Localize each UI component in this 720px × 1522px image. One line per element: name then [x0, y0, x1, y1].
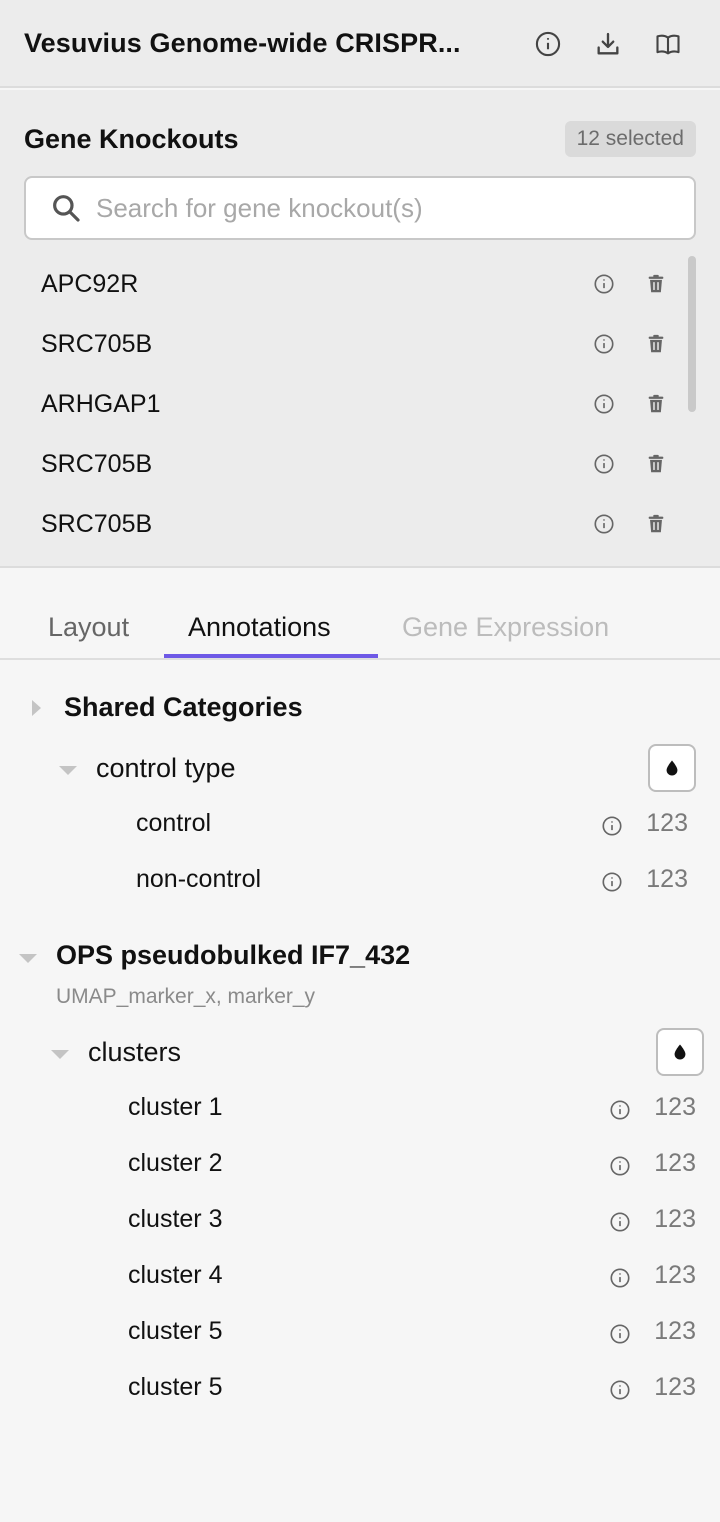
info-icon[interactable] — [608, 1322, 632, 1346]
active-tab-indicator — [164, 654, 378, 658]
info-icon[interactable] — [592, 272, 616, 296]
info-icon[interactable] — [608, 1154, 632, 1178]
category-label: cluster 2 — [128, 1149, 223, 1177]
gene-knockout-item[interactable]: ARHGAP1 — [0, 374, 690, 434]
category-label: cluster 5 — [128, 1373, 223, 1401]
control-type-label[interactable]: control type — [96, 753, 236, 784]
info-icon[interactable] — [608, 1378, 632, 1402]
category-label: control — [136, 809, 212, 837]
search-icon — [50, 192, 82, 224]
app-title: Vesuvius Genome-wide CRISPR... — [24, 28, 461, 58]
gene-knockout-search-input[interactable] — [96, 178, 676, 238]
gene-knockout-item[interactable]: SRC705B — [0, 314, 690, 374]
dataset-title[interactable]: OPS pseudobulked IF7_432 — [56, 940, 410, 971]
category-label: non-control — [136, 865, 262, 893]
category-item[interactable]: cluster 5 123 — [0, 1361, 720, 1417]
category-item[interactable]: cluster 5 123 — [0, 1305, 720, 1361]
knockout-list-scrollbar[interactable] — [688, 256, 696, 412]
caret-down-icon[interactable] — [18, 948, 38, 968]
tab-annotations[interactable]: Annotations — [188, 612, 331, 643]
selected-count-badge: 12 selected — [564, 121, 696, 157]
category-count: 123 — [654, 1261, 696, 1289]
category-count: 123 — [654, 1149, 696, 1177]
gene-knockout-label: SRC705B — [41, 510, 153, 538]
category-count: 123 — [654, 1093, 696, 1121]
category-count: 123 — [646, 865, 688, 893]
trash-icon[interactable] — [644, 392, 668, 416]
category-item[interactable]: cluster 1 123 — [0, 1081, 720, 1137]
trash-icon[interactable] — [644, 332, 668, 356]
dataset-subtitle: UMAP_marker_x, marker_y — [56, 985, 316, 1008]
category-count: 123 — [654, 1205, 696, 1233]
tab-gene-expression[interactable]: Gene Expression — [402, 612, 609, 643]
color-by-button[interactable] — [648, 744, 696, 792]
gene-knockout-label: SRC705B — [41, 450, 153, 478]
category-label: cluster 3 — [128, 1205, 223, 1233]
app-header: Vesuvius Genome-wide CRISPR... — [0, 0, 720, 88]
caret-right-icon[interactable] — [26, 698, 46, 718]
info-icon[interactable] — [532, 28, 564, 60]
category-item[interactable]: non-control 123 — [0, 853, 720, 909]
tab-layout[interactable]: Layout — [48, 612, 129, 643]
color-by-button[interactable] — [656, 1028, 704, 1076]
caret-down-icon[interactable] — [58, 760, 78, 780]
clusters-label[interactable]: clusters — [88, 1037, 181, 1068]
category-item[interactable]: cluster 2 123 — [0, 1137, 720, 1193]
caret-down-icon[interactable] — [50, 1044, 70, 1064]
download-icon[interactable] — [592, 28, 624, 60]
info-icon[interactable] — [600, 870, 624, 894]
info-icon[interactable] — [608, 1210, 632, 1234]
gene-knockout-label: ARHGAP1 — [41, 390, 161, 418]
tab-bar: Layout Annotations Gene Expression — [0, 568, 720, 660]
shared-categories-title[interactable]: Shared Categories — [64, 692, 303, 723]
info-icon[interactable] — [600, 814, 624, 838]
search-box — [24, 176, 696, 240]
droplet-icon — [670, 1042, 690, 1062]
info-icon[interactable] — [592, 332, 616, 356]
gene-knockout-item[interactable]: APC92R — [0, 254, 690, 314]
gene-knockouts-panel: Gene Knockouts 12 selected APC92R SRC705… — [0, 90, 720, 568]
trash-icon[interactable] — [644, 272, 668, 296]
droplet-icon — [662, 758, 682, 778]
gene-knockout-label: APC92R — [41, 270, 139, 298]
book-icon[interactable] — [652, 28, 684, 60]
category-label: cluster 5 — [128, 1317, 223, 1345]
gene-knockout-item[interactable]: SRC705B — [0, 494, 690, 554]
gene-knockout-label: SRC705B — [41, 330, 153, 358]
category-item[interactable]: cluster 3 123 — [0, 1193, 720, 1249]
info-icon[interactable] — [592, 392, 616, 416]
category-count: 123 — [646, 809, 688, 837]
category-item[interactable]: control 123 — [0, 797, 720, 853]
category-label: cluster 1 — [128, 1093, 223, 1121]
trash-icon[interactable] — [644, 512, 668, 536]
info-icon[interactable] — [608, 1266, 632, 1290]
category-count: 123 — [654, 1317, 696, 1345]
category-item[interactable]: cluster 4 123 — [0, 1249, 720, 1305]
info-icon[interactable] — [592, 512, 616, 536]
gene-knockout-item[interactable]: SRC705B — [0, 434, 690, 494]
category-count: 123 — [654, 1373, 696, 1401]
trash-icon[interactable] — [644, 452, 668, 476]
info-icon[interactable] — [592, 452, 616, 476]
gene-knockouts-title: Gene Knockouts — [24, 124, 239, 154]
category-label: cluster 4 — [128, 1261, 223, 1289]
gene-knockout-list: APC92R SRC705B ARHGAP1 SRC705B SRC705B — [0, 254, 690, 554]
info-icon[interactable] — [608, 1098, 632, 1122]
